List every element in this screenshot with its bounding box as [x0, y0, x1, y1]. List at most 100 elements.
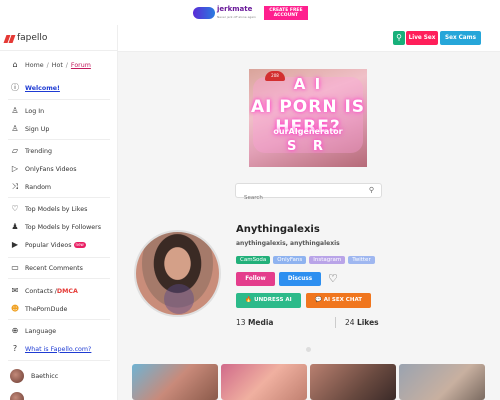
- search-icon: ⚲: [396, 33, 402, 42]
- help-icon: ?: [12, 344, 18, 353]
- sidebar-item-signup[interactable]: ♙ Sign Up: [0, 121, 118, 137]
- trending-icon: ▱: [11, 146, 19, 155]
- search-bar: ⚲: [235, 183, 382, 205]
- media-thumbnail[interactable]: [132, 364, 218, 400]
- ad-cta-button[interactable]: CREATE FREE ACCOUNT: [263, 6, 308, 20]
- sidebar-user-name: Baethicc: [31, 372, 59, 380]
- heart-icon[interactable]: ♡: [328, 272, 338, 286]
- media-thumbnail[interactable]: [221, 364, 307, 400]
- cover-image[interactable]: 208 A I AI PORN IS HERE? ourAIgenerator …: [249, 69, 367, 167]
- breadcrumb-separator: /: [46, 61, 49, 69]
- sidebar-user-name: ...: [31, 395, 38, 400]
- porndude-icon: ☻: [10, 304, 20, 313]
- heart-icon: ♡: [11, 204, 19, 213]
- media-label: Media: [247, 318, 274, 327]
- breadcrumb: ⌂ Home / Hot / Forum: [0, 57, 118, 73]
- media-count: 13: [236, 318, 246, 327]
- breadcrumb-forum[interactable]: Forum: [71, 62, 91, 69]
- sidebar-item-label: Random: [25, 183, 52, 191]
- tag-camsoda[interactable]: CamSoda: [236, 256, 271, 264]
- divider: [8, 319, 110, 320]
- new-badge: new: [73, 242, 86, 248]
- cover-text: A I: [293, 75, 323, 93]
- sidebar-user-item[interactable]: Baethicc: [0, 368, 118, 384]
- user-plus-icon: ♙: [11, 124, 19, 133]
- language-icon: ⊕: [11, 326, 19, 335]
- divider: [8, 197, 110, 198]
- media-thumbnail[interactable]: [310, 364, 396, 400]
- sidebar-item-porndude[interactable]: ☻ ThePornDude: [0, 301, 118, 317]
- sidebar-item-random[interactable]: ⤨ Random: [0, 179, 118, 195]
- sidebar-item-label: Sign Up: [25, 125, 50, 133]
- profile-avatar: [134, 230, 221, 317]
- sidebar-item-label: Language: [25, 327, 57, 335]
- profile-tags: CamSoda OnlyFans Instagram Twitter: [236, 256, 375, 264]
- profile-name: Anythingalexis: [236, 224, 320, 235]
- main-content: 208 A I AI PORN IS HERE? ourAIgenerator …: [118, 52, 500, 400]
- sidebar-item-onlyfans-videos[interactable]: ▷ OnlyFans Videos: [0, 161, 118, 177]
- sidebar-item-label: Trending: [25, 147, 52, 155]
- sidebar-user-item[interactable]: ...: [0, 391, 118, 400]
- comments-icon: ▭: [11, 263, 19, 272]
- sidebar-item-recent-comments[interactable]: ▭ Recent Comments: [0, 260, 118, 276]
- video-icon: ▶: [11, 240, 19, 249]
- sidebar-item-popular-videos[interactable]: ▶ Popular Videos new: [0, 237, 118, 253]
- sidebar-item-welcome[interactable]: ⓘ Welcome!: [0, 80, 118, 96]
- tag-twitter[interactable]: Twitter: [348, 256, 375, 264]
- header: ⚲ Live Sex Sex Cams: [118, 25, 500, 52]
- home-icon: ⌂: [12, 60, 18, 69]
- sidebar-item-label: Top Models by Likes: [25, 205, 88, 213]
- header-search-button[interactable]: ⚲: [393, 31, 405, 45]
- sidebar-item-label: Log In: [25, 107, 45, 115]
- divider: [8, 278, 110, 279]
- divider: [8, 257, 110, 258]
- shuffle-icon: ⤨: [11, 182, 19, 191]
- sidebar-item-label: Top Models by Followers: [25, 223, 102, 231]
- discuss-button[interactable]: Discuss: [279, 272, 321, 286]
- sidebar-item-top-likes[interactable]: ♡ Top Models by Likes: [0, 201, 118, 217]
- media-stat: 13 Media: [236, 318, 274, 327]
- breadcrumb-home[interactable]: Home: [25, 62, 44, 69]
- ad-banner[interactable]: jerkmate Never jerk off alone again CREA…: [193, 4, 308, 22]
- ad-logo-icon: [193, 7, 215, 19]
- divider: [0, 50, 118, 51]
- tag-instagram[interactable]: Instagram: [309, 256, 346, 264]
- sidebar-item-label: OnlyFans Videos: [25, 165, 77, 173]
- media-thumbnail[interactable]: [399, 364, 485, 400]
- sidebar-item-label: Popular Videos: [25, 241, 72, 249]
- logo[interactable]: fapello: [5, 33, 47, 43]
- cover-text: S R: [287, 139, 329, 154]
- dmca-link[interactable]: DMCA: [57, 288, 78, 295]
- likes-count: 24: [345, 318, 355, 327]
- sidebar-item-trending[interactable]: ▱ Trending: [0, 143, 118, 159]
- divider: [8, 360, 110, 361]
- sidebar-item-contacts[interactable]: ✉ Contacts / DMCA: [0, 283, 118, 299]
- sex-cams-button[interactable]: Sex Cams: [440, 31, 481, 45]
- media-grid: [132, 364, 488, 400]
- likes-stat: 24 Likes: [345, 318, 379, 327]
- breadcrumb-hot[interactable]: Hot: [52, 62, 63, 69]
- video-icon: ▷: [11, 164, 19, 173]
- avatar: [10, 392, 24, 400]
- live-sex-button[interactable]: Live Sex: [406, 31, 438, 45]
- tag-onlyfans[interactable]: OnlyFans: [273, 256, 307, 264]
- logo-text: fapello: [17, 33, 48, 43]
- search-icon[interactable]: ⚲: [369, 186, 374, 194]
- divider: [335, 317, 336, 328]
- sidebar-item-top-followers[interactable]: ♟ Top Models by Followers: [0, 219, 118, 235]
- follow-button[interactable]: Follow: [236, 272, 275, 286]
- sidebar: fapello ⌂ Home / Hot / Forum ⓘ Welcome! …: [0, 25, 118, 400]
- avatar: [10, 369, 24, 383]
- breadcrumb-separator: /: [65, 61, 68, 69]
- undress-ai-button[interactable]: 🔥 UNDRESS AI: [236, 293, 301, 308]
- sidebar-item-language[interactable]: ⊕ Language: [0, 323, 118, 339]
- info-icon: ⓘ: [11, 83, 19, 92]
- sidebar-item-label: Contacts /: [25, 287, 57, 295]
- sidebar-item-login[interactable]: ♙ Log In: [0, 103, 118, 119]
- profile-handles: anythingalexis, anythingalexis: [236, 240, 340, 247]
- ai-sex-chat-button[interactable]: 💬 AI SEX CHAT: [306, 293, 371, 308]
- sidebar-item-what-is[interactable]: ? What is Fapello.com?: [0, 341, 118, 357]
- mail-icon: ✉: [11, 286, 19, 295]
- cover-text: ourAIgenerator: [273, 127, 343, 136]
- search-input[interactable]: [236, 191, 356, 205]
